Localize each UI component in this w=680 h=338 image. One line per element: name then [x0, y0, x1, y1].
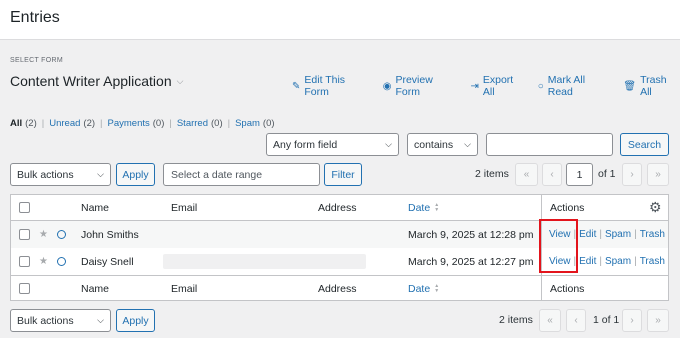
status-starred-link[interactable]: Starred [177, 118, 208, 129]
unread-indicator-icon[interactable] [57, 257, 66, 266]
items-count: 2 items [475, 168, 509, 180]
first-page-button[interactable]: « [515, 163, 538, 186]
select-all-checkbox[interactable] [19, 283, 30, 294]
row-checkbox[interactable] [19, 256, 30, 267]
pencil-icon: ✎ [292, 80, 301, 92]
mark-all-read-link[interactable]: ○ Mark All Read [538, 74, 613, 98]
prev-page-button[interactable]: ‹ [542, 163, 562, 186]
form-select-value: Content Writer Application [10, 73, 172, 89]
entry-date: March 9, 2025 at 12:28 pm [408, 228, 534, 241]
apply-button-bottom[interactable]: Apply [116, 309, 155, 332]
edit-form-link[interactable]: ✎ Edit This Form [292, 74, 372, 98]
status-payments-link[interactable]: Payments [108, 118, 150, 129]
export-icon: ⇥ [470, 80, 479, 92]
form-field-select[interactable]: Any form field ⌵ [266, 133, 399, 156]
chevron-down-icon: ⌵ [97, 169, 104, 179]
column-address: Address [318, 201, 357, 214]
column-name: Name [81, 201, 110, 214]
operator-select[interactable]: contains ⌵ [407, 133, 478, 156]
circle-icon: ○ [537, 80, 544, 92]
form-actions-bar: ✎ Edit This Form ◉ Preview Form ⇥ Export Al… [292, 74, 680, 98]
next-page-button[interactable]: › [622, 163, 642, 186]
total-pages: of 1 [598, 168, 616, 180]
chevron-down-icon: ⌵ [176, 75, 184, 86]
date-range-input[interactable]: Select a date range [163, 163, 320, 186]
row-checkbox[interactable] [19, 229, 30, 240]
column-address: Address [318, 282, 357, 295]
select-form-label: SELECT FORM [10, 57, 63, 64]
chevron-down-icon: ⌵ [97, 315, 104, 325]
page-text-bottom: 1 of 1 [593, 314, 620, 326]
sort-icon: ▲ ▼ [434, 201, 440, 213]
apply-button[interactable]: Apply [116, 163, 155, 186]
star-icon[interactable]: ★ [39, 221, 48, 248]
prev-page-button-bottom[interactable]: ‹ [566, 309, 586, 332]
chevron-down-icon: ⌵ [385, 139, 392, 149]
form-select-dropdown[interactable]: Content Writer Application ⌵ [10, 73, 183, 89]
entry-date: March 9, 2025 at 12:27 pm [408, 255, 534, 268]
last-page-button[interactable]: » [647, 163, 669, 186]
next-page-button-bottom[interactable]: › [622, 309, 642, 332]
column-email: Email [171, 282, 198, 295]
current-page-input[interactable]: 1 [566, 163, 593, 186]
select-all-checkbox[interactable] [19, 202, 30, 213]
trash-icon: 🗑 [623, 80, 637, 92]
page-header [0, 0, 680, 40]
column-email: Email [171, 201, 198, 214]
star-icon[interactable]: ★ [39, 248, 48, 275]
column-date-sort[interactable]: Date ▲ ▼ [408, 195, 439, 220]
trash-all-link[interactable]: 🗑 Trash All [623, 74, 680, 98]
unread-indicator-icon[interactable] [57, 230, 66, 239]
status-spam-link[interactable]: Spam [235, 118, 260, 129]
bulk-actions-select[interactable]: Bulk actions ⌵ [10, 163, 111, 186]
status-all-link[interactable]: All [10, 118, 22, 129]
search-input[interactable] [486, 133, 613, 156]
preview-form-link[interactable]: ◉ Preview Form [383, 74, 460, 98]
view-links-highlight [539, 219, 578, 273]
first-page-button-bottom[interactable]: « [539, 309, 561, 332]
last-page-button-bottom[interactable]: » [647, 309, 669, 332]
entry-name: Daisy Snell [81, 255, 134, 268]
page-title: Entries [10, 9, 60, 26]
search-button[interactable]: Search [620, 133, 669, 156]
bulk-actions-select-bottom[interactable]: Bulk actions ⌵ [10, 309, 111, 332]
status-filter-links: All (2) | Unread (2) | Payments (0) | Starr… [10, 118, 275, 129]
sort-icon: ▲ ▼ [434, 282, 440, 294]
column-date-sort[interactable]: Date ▲ ▼ [408, 276, 439, 301]
status-unread-link[interactable]: Unread [49, 118, 80, 129]
export-all-link[interactable]: ⇥ Export All [470, 74, 526, 98]
column-name: Name [81, 282, 110, 295]
entry-name: John Smiths [81, 228, 139, 241]
items-count-bottom: 2 items [499, 314, 533, 326]
entry-email [163, 254, 366, 269]
eye-icon: ◉ [382, 80, 392, 92]
filter-button[interactable]: Filter [324, 163, 362, 186]
chevron-down-icon: ⌵ [464, 139, 471, 149]
